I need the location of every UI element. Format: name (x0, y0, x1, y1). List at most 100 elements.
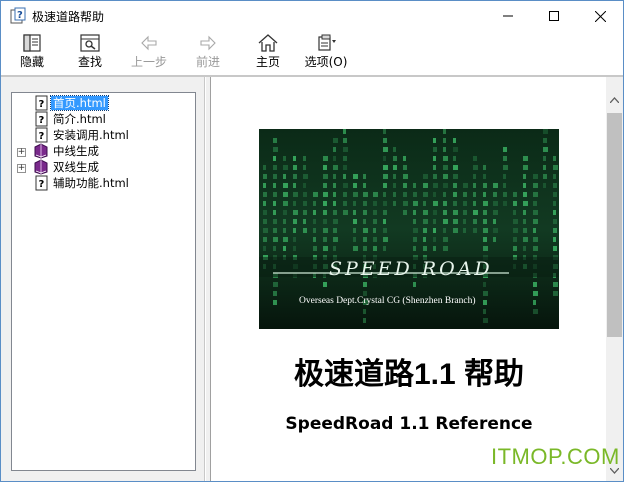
matrix-glyph (413, 219, 416, 224)
matrix-glyph (533, 300, 536, 305)
scroll-thumb[interactable] (607, 113, 622, 337)
matrix-glyph (353, 228, 356, 233)
matrix-glyph (273, 147, 278, 152)
scroll-up-button[interactable] (606, 91, 623, 108)
title-bar[interactable]: ? 极速道路帮助 (1, 1, 623, 31)
site-watermark: ITMOP.COM (491, 444, 620, 469)
matrix-glyph (483, 210, 487, 215)
matrix-glyph (483, 174, 486, 179)
matrix-glyph (373, 228, 376, 233)
matrix-glyph (383, 210, 387, 215)
matrix-glyph (323, 201, 327, 206)
matrix-glyph (343, 183, 348, 188)
matrix-glyph (443, 192, 446, 197)
matrix-glyph (433, 237, 436, 242)
matrix-glyph (493, 201, 498, 206)
matrix-glyph (363, 228, 368, 233)
maximize-button[interactable] (531, 1, 577, 31)
page-subtitle: SpeedRoad 1.1 Reference (285, 414, 533, 434)
matrix-glyph (313, 228, 316, 233)
contents-tree[interactable]: ? 首页.html ? 简介.html ? 安装调用.html + 中线生成 +… (11, 92, 196, 471)
matrix-glyph (323, 246, 328, 251)
matrix-glyph (383, 174, 388, 179)
matrix-glyph (313, 210, 316, 215)
svg-text:?: ? (39, 99, 45, 110)
options-button[interactable]: 选项(O) (301, 33, 351, 73)
help-app-icon: ? (10, 7, 26, 24)
matrix-glyph (403, 192, 407, 197)
matrix-glyph (293, 210, 298, 215)
matrix-glyph (343, 129, 346, 134)
hide-label: 隐藏 (19, 55, 44, 69)
matrix-glyph (333, 246, 336, 251)
matrix-glyph (383, 228, 387, 233)
matrix-glyph (363, 183, 366, 188)
expand-toggle-doubleline[interactable]: + (17, 164, 26, 173)
matrix-glyph (423, 192, 428, 197)
matrix-glyph (353, 201, 356, 206)
matrix-glyph (313, 192, 318, 197)
matrix-glyph (553, 156, 556, 161)
home-button[interactable]: 主页 (251, 33, 285, 73)
matrix-glyph (303, 156, 306, 161)
matrix-glyph (413, 192, 417, 197)
tree-item-install[interactable]: ? 安装调用.html (35, 127, 131, 143)
matrix-glyph (413, 237, 417, 242)
matrix-glyph (333, 147, 336, 152)
forward-button[interactable]: 前进 (191, 33, 225, 73)
vertical-scrollbar[interactable] (606, 77, 623, 481)
matrix-glyph (263, 192, 267, 197)
matrix-glyph (293, 237, 296, 242)
matrix-glyph (323, 282, 327, 287)
speedroad-banner-image: SPEED ROAD Overseas Dept.Crystal CG (She… (259, 129, 559, 329)
matrix-glyph (513, 219, 518, 224)
matrix-glyph (273, 300, 277, 305)
matrix-glyph (513, 246, 517, 251)
matrix-glyph (483, 183, 487, 188)
matrix-glyph (353, 237, 356, 242)
back-button[interactable]: 上一步 (127, 33, 171, 73)
tree-item-aux[interactable]: ? 辅助功能.html (35, 175, 131, 191)
matrix-glyph (443, 237, 448, 242)
matrix-glyph (453, 183, 457, 188)
matrix-glyph (263, 210, 267, 215)
matrix-glyph (283, 156, 286, 161)
matrix-glyph (553, 246, 557, 251)
matrix-glyph (273, 138, 277, 143)
tree-item-doubleline[interactable]: 双线生成 (33, 159, 101, 175)
matrix-glyph (363, 237, 367, 242)
book-icon (34, 159, 48, 175)
help-window: ? 极速道路帮助 隐藏 查找 上一步 前进 主页 选项(O) ? 首页.html… (0, 0, 624, 482)
matrix-glyph (423, 183, 428, 188)
hide-button[interactable]: 隐藏 (15, 33, 49, 73)
find-button[interactable]: 查找 (73, 33, 107, 73)
matrix-glyph (383, 246, 386, 251)
matrix-glyph (333, 165, 338, 170)
matrix-glyph (303, 201, 307, 206)
forward-label: 前进 (195, 55, 220, 69)
close-button[interactable] (577, 1, 623, 31)
tree-item-centerline[interactable]: 中线生成 (33, 143, 101, 159)
minimize-button[interactable] (485, 1, 531, 31)
back-label: 上一步 (130, 55, 167, 69)
help-page-icon: ? (35, 95, 48, 111)
expand-toggle-centerline[interactable]: + (17, 148, 26, 157)
matrix-glyph (373, 192, 378, 197)
matrix-glyph (463, 192, 467, 197)
tree-item-home[interactable]: ? 首页.html (35, 95, 109, 111)
svg-text:?: ? (39, 131, 45, 142)
tree-item-intro[interactable]: ? 简介.html (35, 111, 108, 127)
matrix-glyph (323, 237, 327, 242)
matrix-glyph (373, 237, 377, 242)
matrix-glyph (383, 129, 386, 134)
matrix-glyph (443, 147, 446, 152)
matrix-glyph (413, 246, 416, 251)
matrix-glyph (303, 183, 306, 188)
matrix-glyph (433, 165, 436, 170)
matrix-glyph (463, 183, 468, 188)
matrix-glyph (433, 192, 436, 197)
matrix-glyph (523, 192, 527, 197)
matrix-glyph (333, 210, 337, 215)
matrix-glyph (493, 192, 497, 197)
matrix-glyph (403, 174, 408, 179)
